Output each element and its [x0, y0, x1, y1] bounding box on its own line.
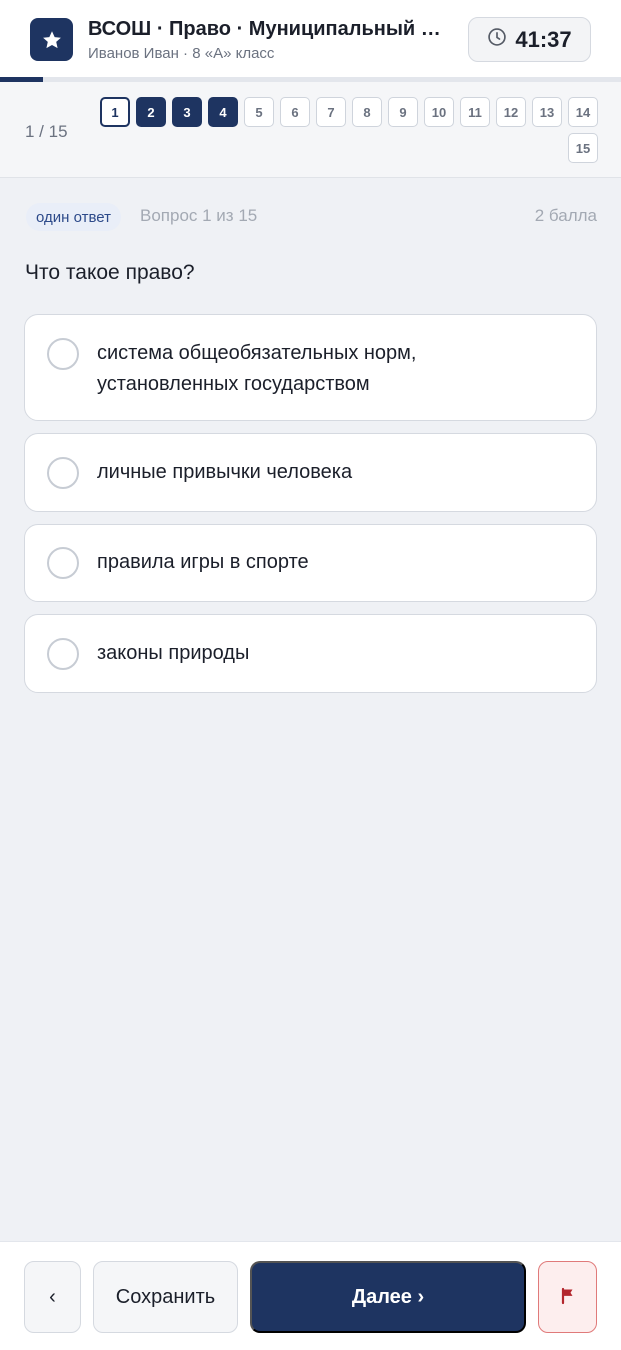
radio-button[interactable]	[47, 457, 79, 489]
question-nav-button[interactable]: 8	[352, 97, 382, 127]
question-nav-button[interactable]: 15	[568, 133, 598, 163]
answer-option[interactable]: система общеобязательных норм, установле…	[24, 314, 597, 421]
question-number: Вопрос 1 из 15	[140, 206, 258, 225]
answer-option[interactable]: законы природы	[24, 614, 597, 693]
star-icon	[30, 18, 73, 61]
save-button[interactable]: Сохранить	[93, 1261, 238, 1333]
answer-type-badge: один ответ	[26, 203, 121, 231]
question-nav-button[interactable]: 3	[172, 97, 202, 127]
footer: ‹ Сохранить Далее ›	[0, 1241, 621, 1350]
question-nav-button[interactable]: 12	[496, 97, 526, 127]
flag-button[interactable]	[538, 1261, 597, 1333]
student-info: Иванов Иван · 8 «А» класс	[88, 45, 275, 62]
question-nav-button[interactable]: 10	[424, 97, 454, 127]
question-counter: 1 / 15	[25, 122, 68, 141]
question-nav-button[interactable]: 2	[136, 97, 166, 127]
question-nav-button[interactable]: 5	[244, 97, 274, 127]
next-button[interactable]: Далее ›	[250, 1261, 526, 1333]
previous-button[interactable]: ‹	[24, 1261, 81, 1333]
question-points: 2 балла	[534, 206, 597, 225]
question-nav-button[interactable]: 7	[316, 97, 346, 127]
radio-button[interactable]	[47, 338, 79, 370]
flag-icon	[560, 1287, 576, 1308]
question-nav-button[interactable]: 13	[532, 97, 562, 127]
question-nav-button[interactable]: 6	[280, 97, 310, 127]
question-nav-button[interactable]: 9	[388, 97, 418, 127]
question-grid: 1 2 3 4 5 6 7 8 9 10 11 12 13 14 15	[98, 97, 598, 163]
header: ВСОШ · Право · Муниципальный этап Иванов…	[0, 0, 621, 78]
page-title: ВСОШ · Право · Муниципальный этап	[88, 18, 448, 40]
clock-icon	[487, 27, 507, 52]
question-nav-button[interactable]: 4	[208, 97, 238, 127]
question-nav-button[interactable]: 14	[568, 97, 598, 127]
timer: 41:37	[468, 17, 591, 62]
answer-option[interactable]: личные привычки человека	[24, 433, 597, 512]
question-text: Что такое право?	[25, 261, 195, 284]
question-nav-button[interactable]: 1	[100, 97, 130, 127]
answer-option[interactable]: правила игры в спорте	[24, 524, 597, 602]
radio-button[interactable]	[47, 638, 79, 670]
answer-option-label: правила игры в спорте	[97, 551, 309, 573]
radio-button[interactable]	[47, 547, 79, 579]
answer-option-label: система общеобязательных норм, установле…	[97, 342, 417, 395]
timer-value: 41:37	[515, 26, 572, 52]
answer-option-label: личные привычки человека	[97, 461, 353, 483]
question-nav-button[interactable]: 11	[460, 97, 490, 127]
question-navigation: 1 / 15 1 2 3 4 5 6 7 8 9 10 11 12 13 14 15	[0, 82, 621, 178]
answer-option-label: законы природы	[97, 642, 250, 664]
